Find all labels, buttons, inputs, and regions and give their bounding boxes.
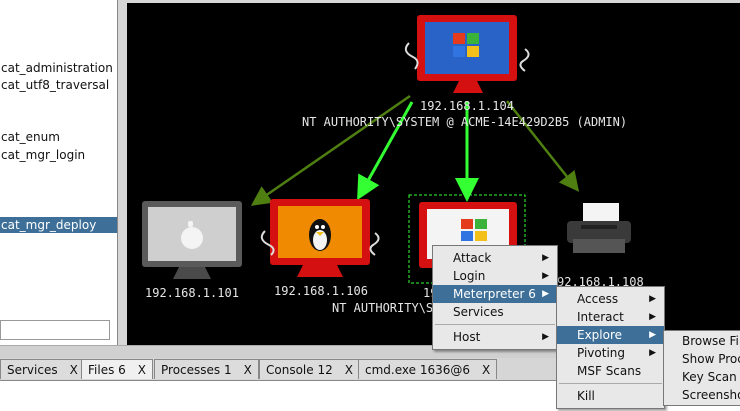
submenu-arrow-icon: ▶ [649,312,656,322]
menu-label: Meterpreter 6 [453,287,536,301]
tab-files[interactable]: Files 6 X [81,359,154,379]
tab-cmd[interactable]: cmd.exe 1636@6 X [358,359,498,379]
menu-item-interact[interactable]: Interact ▶ [557,308,664,326]
module-search-input[interactable] [0,320,110,340]
close-icon[interactable]: X [482,363,490,377]
host-101-ip: 192.168.1.101 [145,286,239,300]
menu-item-kill[interactable]: Kill [557,387,664,405]
host-104-ip: 192.168.1.104 [420,99,514,113]
menu-item-host[interactable]: Host ▶ [433,328,557,346]
menu-label: Browse Fil [682,334,740,348]
menu-label: Access [577,292,619,306]
close-icon[interactable]: X [244,363,252,377]
tree-item-cat-administration[interactable]: cat_administration [0,60,117,76]
menu-label: Host [453,330,481,344]
menu-label: Key Scan [682,370,737,384]
tab-console[interactable]: Console 12 X [259,359,360,379]
menu-label: Pivoting [577,346,626,360]
explore-submenu: Browse Fil Show Proc Key Scan Screensho [663,330,740,406]
menu-item-explore[interactable]: Explore ▶ [557,326,664,344]
vertical-splitter[interactable]: ◀ ▶ [118,0,243,345]
submenu-arrow-icon: ▶ [542,332,549,342]
close-icon[interactable]: X [138,363,146,377]
host-106-ip: 192.168.1.106 [274,284,368,298]
menu-label: Kill [577,389,595,403]
submenu-arrow-icon: ▶ [649,348,656,358]
host-104-session: NT AUTHORITY\SYSTEM @ ACME-14E429D2B5 (A… [302,115,628,129]
submenu-arrow-icon: ▶ [649,294,656,304]
menu-separator [559,383,662,384]
tree-item-cat-mgr-login[interactable]: cat_mgr_login [0,147,117,163]
tab-processes[interactable]: Processes 1 X [154,359,259,379]
host-104-icon [404,15,530,93]
tree-item-cat-mgr-deploy[interactable]: cat_mgr_deploy [0,217,117,233]
menu-label: Interact [577,310,624,324]
menu-label: Screensho [682,388,740,402]
menu-separator [435,324,555,325]
tab-label: Files 6 [88,363,126,377]
menu-item-show-processes[interactable]: Show Proc [664,350,740,368]
menu-item-msf-scans[interactable]: MSF Scans [557,362,664,380]
menu-item-browse-files[interactable]: Browse Fil [664,332,740,350]
menu-item-login[interactable]: Login ▶ [433,267,557,285]
menu-label: Show Proc [682,352,740,366]
close-icon[interactable]: X [345,363,353,377]
menu-item-services[interactable]: Services [433,303,557,321]
tab-services[interactable]: Services X [0,359,85,379]
menu-label: MSF Scans [577,364,642,378]
menu-item-screenshot[interactable]: Screensho [664,386,740,404]
host-selected-session: NT AUTHORITY\S [332,301,434,315]
menu-item-pivoting[interactable]: Pivoting ▶ [557,344,664,362]
submenu-arrow-icon: ▶ [542,271,549,281]
tree-item-cat-enum[interactable]: cat_enum [0,129,117,145]
close-icon[interactable]: X [70,363,78,377]
tab-label: Services [7,363,58,377]
submenu-arrow-icon: ▶ [649,330,656,340]
menu-item-meterpreter[interactable]: Meterpreter 6 ▶ [433,285,557,303]
menu-item-access[interactable]: Access ▶ [557,290,664,308]
menu-label: Services [453,305,504,319]
submenu-arrow-icon: ▶ [542,289,549,299]
menu-item-key-scan[interactable]: Key Scan [664,368,740,386]
tab-label: Console 12 [266,363,333,377]
meterpreter-submenu: Access ▶ Interact ▶ Explore ▶ Pivoting ▶ MSF… [556,286,665,409]
menu-label: Login [453,269,486,283]
menu-item-attack[interactable]: Attack ▶ [433,249,557,267]
module-tree: cat_administration cat_utf8_traversal ca… [0,0,118,345]
tab-label: Processes 1 [161,363,232,377]
submenu-arrow-icon: ▶ [542,253,549,263]
host-108-icon [567,203,631,253]
tab-label: cmd.exe 1636@6 [365,363,470,377]
host-context-menu: Attack ▶ Login ▶ Meterpreter 6 ▶ Services H… [432,245,558,350]
menu-label: Explore [577,328,623,342]
host-106-icon [260,199,380,277]
tree-item-cat-utf8-traversal[interactable]: cat_utf8_traversal [0,77,117,93]
host-101-icon [142,201,242,279]
menu-label: Attack [453,251,492,265]
